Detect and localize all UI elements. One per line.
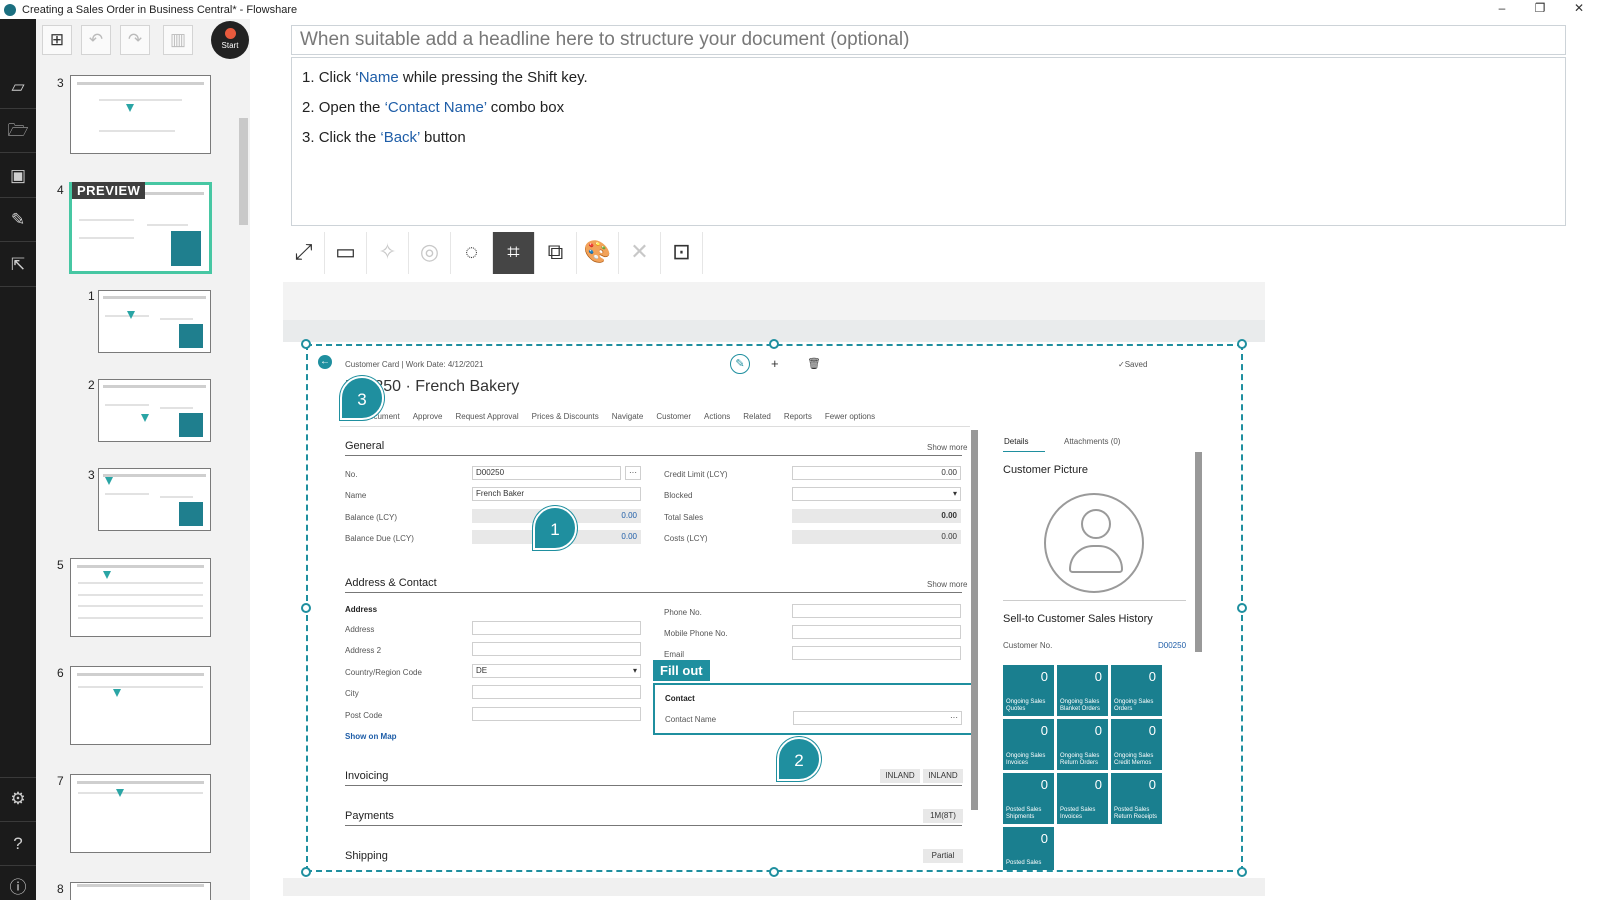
thumbnail-substep-2[interactable] <box>98 379 211 442</box>
export-icon[interactable]: ⇱ <box>6 253 30 277</box>
thumbnail-scrollbar[interactable] <box>239 118 248 225</box>
marker-icon[interactable]: ✧ <box>367 232 409 274</box>
callout-bubble-2: 2 <box>777 737 821 781</box>
image-toolbar: ⤢ ▭ ✧ ◎ ◌ ⌗ ⧉ 🎨 ✕ ⊡ <box>283 232 703 274</box>
new-document-icon[interactable]: ▱ <box>6 75 30 99</box>
thumb-number: 3 <box>57 76 64 90</box>
delete-step-icon[interactable]: ▥ <box>163 25 193 55</box>
open-folder-icon[interactable]: 🗁 <box>6 119 30 143</box>
frame-icon[interactable]: ▭ <box>325 232 367 274</box>
info-icon[interactable]: ⓘ <box>6 876 30 900</box>
settings-gear-icon[interactable]: ⚙ <box>6 787 30 811</box>
callout-bubble-1: 1 <box>533 506 577 550</box>
replace-image-icon[interactable]: ⊡ <box>661 232 703 274</box>
save-icon[interactable]: ▣ <box>6 164 30 188</box>
crop-handle[interactable] <box>301 867 311 877</box>
edit-list-icon[interactable]: ✎ <box>6 208 30 232</box>
restore-button[interactable]: ❐ <box>1522 1 1558 18</box>
thumb-number: 1 <box>88 289 95 303</box>
blur-icon[interactable]: ◌ <box>451 232 493 274</box>
crop-handle[interactable] <box>769 867 779 877</box>
record-icon <box>224 28 236 39</box>
thumbnail-substep-1[interactable] <box>98 290 211 353</box>
fit-expand-icon[interactable]: ⤢ <box>283 232 325 274</box>
thumb-number: 4 <box>57 183 64 197</box>
flowshare-logo-icon <box>4 3 16 16</box>
window-title: Creating a Sales Order in Business Centr… <box>22 3 298 16</box>
undo-icon[interactable]: ↶ <box>81 25 111 55</box>
thumbnail-step-8[interactable] <box>70 882 211 900</box>
crop-handle[interactable] <box>1237 603 1247 613</box>
crop-handle[interactable] <box>1237 339 1247 349</box>
minimize-button[interactable]: – <box>1484 1 1520 18</box>
thumb-number: 7 <box>57 774 64 788</box>
crop-frame[interactable] <box>306 344 1243 872</box>
spotlight-icon[interactable]: ◎ <box>409 232 451 274</box>
thumbnail-step-5[interactable] <box>70 558 211 637</box>
step-item: 2. Open the ‘Contact Name’ combo box <box>302 99 565 116</box>
crop-handle[interactable] <box>301 603 311 613</box>
palette-icon[interactable]: 🎨 <box>577 232 619 274</box>
step-item: 1. Click ‘Name while pressing the Shift … <box>302 69 588 86</box>
thumbnail-substep-3[interactable] <box>98 468 211 531</box>
add-step-icon[interactable]: ⊞ <box>42 25 72 55</box>
layers-icon[interactable]: ⧉ <box>535 232 577 274</box>
thumb-number: 6 <box>57 666 64 680</box>
back-arrow-icon[interactable]: ← <box>318 355 332 369</box>
headline-input[interactable]: When suitable add a headline here to str… <box>291 25 1566 55</box>
redo-icon[interactable]: ↷ <box>120 25 150 55</box>
remove-annotations-icon[interactable]: ✕ <box>619 232 661 274</box>
crop-handle[interactable] <box>301 339 311 349</box>
close-button[interactable]: ✕ <box>1561 1 1597 18</box>
step-item: 3. Click the ‘Back’ button <box>302 129 466 146</box>
crop-handle[interactable] <box>1237 867 1247 877</box>
start-record-button[interactable]: Start <box>211 21 249 59</box>
icon-rail: ▱ 🗁 ▣ ✎ ⇱ ⚙ ? ⓘ <box>0 19 36 900</box>
thumbnail-step-3[interactable] <box>70 75 211 154</box>
thumbnail-step-7[interactable] <box>70 774 211 853</box>
thumb-number: 2 <box>88 378 95 392</box>
help-icon[interactable]: ? <box>6 832 30 856</box>
thumb-number: 8 <box>57 882 64 896</box>
crop-icon[interactable]: ⌗ <box>493 232 535 274</box>
thumb-number: 3 <box>88 468 95 482</box>
thumb-number: 5 <box>57 558 64 572</box>
callout-bubble-3: 3 <box>340 376 384 420</box>
step-instructions[interactable]: 1. Click ‘Name while pressing the Shift … <box>291 57 1566 226</box>
title-bar: Creating a Sales Order in Business Centr… <box>0 0 1600 19</box>
crop-handle[interactable] <box>769 339 779 349</box>
thumbnail-step-6[interactable] <box>70 666 211 745</box>
preview-tag: PREVIEW <box>72 182 146 199</box>
